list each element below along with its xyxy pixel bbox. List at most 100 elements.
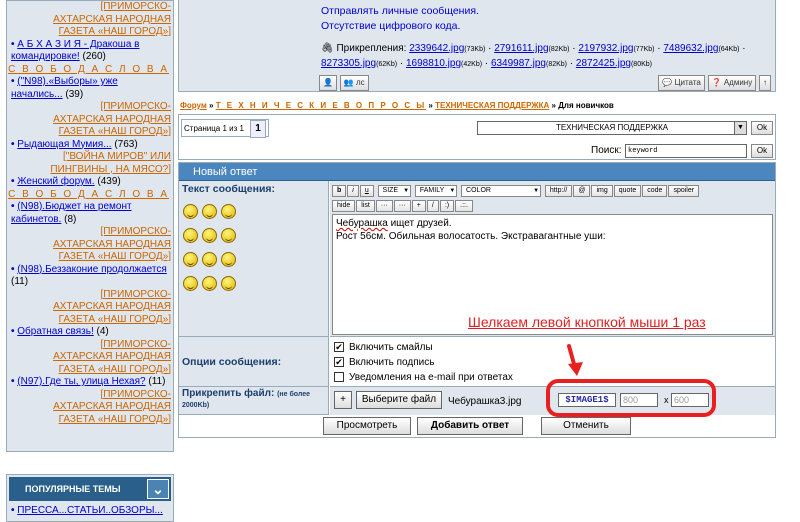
topic-row[interactable]: • (N98).Бюджет на ремонт кабинетов. (8)	[7, 201, 173, 226]
topic-link[interactable]: (N98).Беззаконие продолжается	[17, 264, 167, 275]
checkbox-checked-icon[interactable]: ✔	[334, 357, 344, 368]
popular-topics-panel: ПОПУЛЯРНЫЕ ТЕМЫ ⌄ • ПРЕССА...СТАТЬИ..ОБЗ…	[6, 474, 174, 522]
forum-link[interactable]: С В О Б О Д А С Л О В А	[8, 189, 169, 200]
quote-button[interactable]: 💬 Цитата	[658, 75, 705, 91]
forum-link[interactable]: [ПРИМОРСКО-АХТАРСКАЯ НАРОДНАЯ ГАЗЕТА «НА…	[53, 1, 171, 37]
quote-tag-button[interactable]: quote	[613, 185, 642, 197]
breadcrumb-sep: »	[428, 101, 433, 110]
forum-link[interactable]: [ПРИМОРСКО-АХТАРСКАЯ НАРОДНАЯ ГАЗЕТА «НА…	[53, 226, 171, 262]
smiley-icon[interactable]	[221, 204, 236, 219]
checkbox-icon[interactable]	[334, 372, 344, 383]
forum-link[interactable]: ["ВОЙНА МИРОВ" ИЛИ ПИНГВИНЫ , НА МЯСО?]	[50, 151, 171, 175]
chevron-down-icon[interactable]: ⌄	[147, 479, 169, 499]
forum-jump-select[interactable]: ТЕХНИЧЕСКАЯ ПОДДЕРЖКА ▼	[477, 121, 747, 135]
url-button[interactable]: http://	[544, 185, 573, 197]
plus-button[interactable]: +	[411, 200, 426, 212]
email-button[interactable]: @	[573, 185, 591, 197]
chevron-down-icon[interactable]: ▼	[734, 122, 746, 134]
img-button[interactable]: img	[591, 185, 613, 197]
option-email[interactable]: Уведомления на e-mail при ответах	[334, 372, 513, 383]
smiley-icon[interactable]	[221, 228, 236, 243]
smiley-icon[interactable]	[183, 228, 198, 243]
code-button[interactable]: code	[642, 185, 668, 197]
list-button[interactable]: list	[356, 200, 375, 212]
attachment-link[interactable]: 8273305.jpg	[321, 58, 376, 69]
color-select[interactable]: COLOR	[461, 185, 542, 197]
topic-row[interactable]: • (N97).Где ты, улица Нехая? (11)	[7, 376, 173, 389]
list-item[interactable]: • ПРЕССА...СТАТЬИ..ОБЗОРЫ...	[7, 505, 173, 516]
family-select[interactable]: FAMILY	[414, 185, 458, 197]
preview-button[interactable]: Просмотреть	[323, 417, 411, 435]
attachment-link[interactable]: 2197932.jpg	[578, 43, 633, 54]
attachment-link[interactable]: 2872425.jpg	[576, 58, 631, 69]
breadcrumb-section[interactable]: Т Е Х Н И Ч Е С К И Е В О П Р О С Ы	[216, 101, 427, 110]
forum-link[interactable]: [ПРИМОРСКО-АХТАРСКАЯ НАРОДНАЯ ГАЗЕТА «НА…	[53, 389, 171, 425]
topic-count: (4)	[96, 326, 109, 337]
page-number[interactable]: 1	[250, 120, 266, 138]
list-item-button[interactable]: ···	[375, 200, 393, 212]
slash-button[interactable]: /	[426, 200, 439, 212]
topic-link[interactable]: Женский форум.	[17, 176, 94, 187]
popular-topics-header[interactable]: ПОПУЛЯРНЫЕ ТЕМЫ ⌄	[9, 477, 171, 501]
topic-link[interactable]: Рыдающая Мумия...	[17, 139, 111, 150]
attachment-link[interactable]: 1698810.jpg	[406, 58, 461, 69]
smiley-icon[interactable]	[202, 276, 217, 291]
smiley-icon[interactable]	[183, 252, 198, 267]
smiley-icon[interactable]	[183, 276, 198, 291]
checkbox-checked-icon[interactable]: ✔	[334, 342, 344, 353]
jump-top-button[interactable]: ↑	[759, 75, 771, 91]
option-smiles[interactable]: ✔ Включить смайлы	[334, 342, 433, 353]
hide-button[interactable]: hide	[332, 200, 356, 212]
option-signature[interactable]: ✔ Включить подпись	[334, 357, 434, 368]
profile-button[interactable]: 👤	[319, 75, 337, 91]
topic-link[interactable]: Обратная связь!	[17, 326, 93, 337]
topic-link[interactable]: (N97).Где ты, улица Нехая?	[17, 376, 145, 387]
forum-link[interactable]: [ПРИМОРСКО-АХТАРСКАЯ НАРОДНАЯ ГАЗЕТА «НА…	[53, 101, 171, 137]
smiley-icon[interactable]	[221, 276, 236, 291]
forum-link[interactable]: С В О Б О Д А С Л О В А	[8, 64, 169, 75]
forum-link[interactable]: [ПРИМОРСКО-АХТАРСКАЯ НАРОДНАЯ ГАЗЕТА «НА…	[53, 339, 171, 375]
topic-row[interactable]: • А Б Х А З И Я - Дракоша в командировке…	[7, 39, 173, 64]
attachment-size: (42Kb)	[461, 61, 483, 68]
forum-jump-ok-button[interactable]: Ok	[751, 121, 773, 135]
text-word: Чебурашка	[336, 218, 388, 229]
attachment-link[interactable]: 2791611.jpg	[494, 43, 548, 54]
breadcrumb-forum[interactable]: Форум	[180, 101, 207, 110]
list-item-button[interactable]: ···	[393, 200, 411, 212]
smiley-icon[interactable]	[202, 228, 217, 243]
size-select[interactable]: SIZE	[377, 185, 412, 197]
topic-row[interactable]: • (N98).Беззаконие продолжается (11)	[7, 264, 173, 289]
report-admin-button[interactable]: ❓ Админу	[707, 75, 757, 91]
pm-button[interactable]: 👥 лс	[339, 75, 369, 91]
topic-link[interactable]: А Б Х А З И Я - Дракоша в командировке!	[11, 39, 139, 63]
smiley-icon[interactable]	[202, 252, 217, 267]
topic-row[interactable]: • Обратная связь! (4)	[7, 326, 173, 339]
attachment-link[interactable]: 6349987.jpg	[491, 58, 546, 69]
attachment-link[interactable]: 7489632.jpg	[663, 43, 718, 54]
smile-button[interactable]: :)	[439, 200, 455, 212]
smiley-icon[interactable]	[202, 204, 217, 219]
topic-row[interactable]: • ("N98).«Выборы» уже начались... (39)	[7, 76, 173, 101]
forum-link[interactable]: [ПРИМОРСКО-АХТАРСКАЯ НАРОДНАЯ ГАЗЕТА «НА…	[53, 289, 171, 325]
bold-button[interactable]: b	[332, 185, 347, 197]
cancel-button[interactable]: Отменить	[541, 417, 631, 435]
popular-topic-link[interactable]: ПРЕССА...СТАТЬИ..ОБЗОРЫ...	[17, 505, 163, 516]
add-file-button[interactable]: +	[334, 391, 352, 409]
message-textarea[interactable]: Чебурашка ищет друзей. Рост 56см. Обильн…	[332, 214, 773, 335]
spoiler-button[interactable]: spoiler	[668, 185, 700, 197]
italic-button[interactable]: i	[347, 185, 359, 197]
search-ok-button[interactable]: Ok	[751, 144, 773, 158]
breadcrumb-subsection[interactable]: ТЕХНИЧЕСКАЯ ПОДДЕРЖКА	[435, 101, 549, 110]
list-item: • Рыдающая Мумия... (763) ["ВОЙНА МИРОВ" …	[7, 139, 173, 177]
topic-count: (260)	[82, 51, 106, 62]
attachment-link[interactable]: 2339642.jpg	[409, 43, 464, 54]
smiley-icon[interactable]	[183, 204, 198, 219]
more-button[interactable]: .::.	[455, 200, 473, 212]
topic-row[interactable]: • Рыдающая Мумия... (763)	[7, 139, 173, 152]
topic-row[interactable]: • Женский форум. (439)	[7, 176, 173, 189]
choose-file-button[interactable]: Выберите файл	[356, 391, 442, 409]
submit-reply-button[interactable]: Добавить ответ	[417, 417, 523, 435]
smiley-icon[interactable]	[221, 252, 236, 267]
search-input[interactable]: keyword	[625, 144, 747, 158]
underline-button[interactable]: u	[359, 185, 374, 197]
